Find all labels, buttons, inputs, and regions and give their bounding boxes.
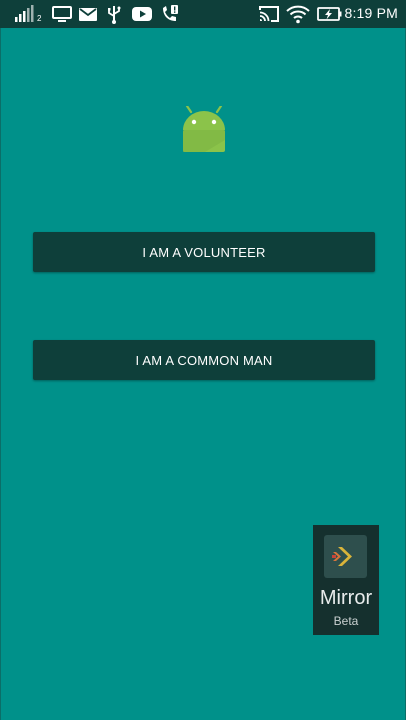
wifi-icon xyxy=(286,5,310,24)
battery-charging-icon xyxy=(317,7,342,21)
mirror-subtitle: Beta xyxy=(333,614,359,628)
status-bar: 2 8:19 PM xyxy=(0,0,406,28)
sim-slot-label: 2 xyxy=(37,14,42,23)
mail-icon xyxy=(79,8,97,21)
main-screen: I AM A VOLUNTEER I AM A COMMON MAN Mirro… xyxy=(0,28,406,720)
clock-time: 8:19 PM xyxy=(344,5,398,21)
mirror-app-icon xyxy=(324,535,367,578)
mirror-overlay-widget[interactable]: Mirror Beta xyxy=(313,525,379,635)
mirror-title: Mirror xyxy=(319,587,373,609)
usb-icon xyxy=(108,6,121,24)
common-man-button[interactable]: I AM A COMMON MAN xyxy=(33,340,375,380)
monitor-icon xyxy=(52,6,72,22)
mirror-arrow-icon xyxy=(332,547,352,566)
volunteer-button[interactable]: I AM A VOLUNTEER xyxy=(33,232,375,272)
cast-icon xyxy=(259,6,279,22)
signal-icon xyxy=(15,5,34,22)
android-logo xyxy=(183,106,225,152)
phone-alert-icon xyxy=(163,5,178,21)
youtube-icon xyxy=(132,7,152,21)
